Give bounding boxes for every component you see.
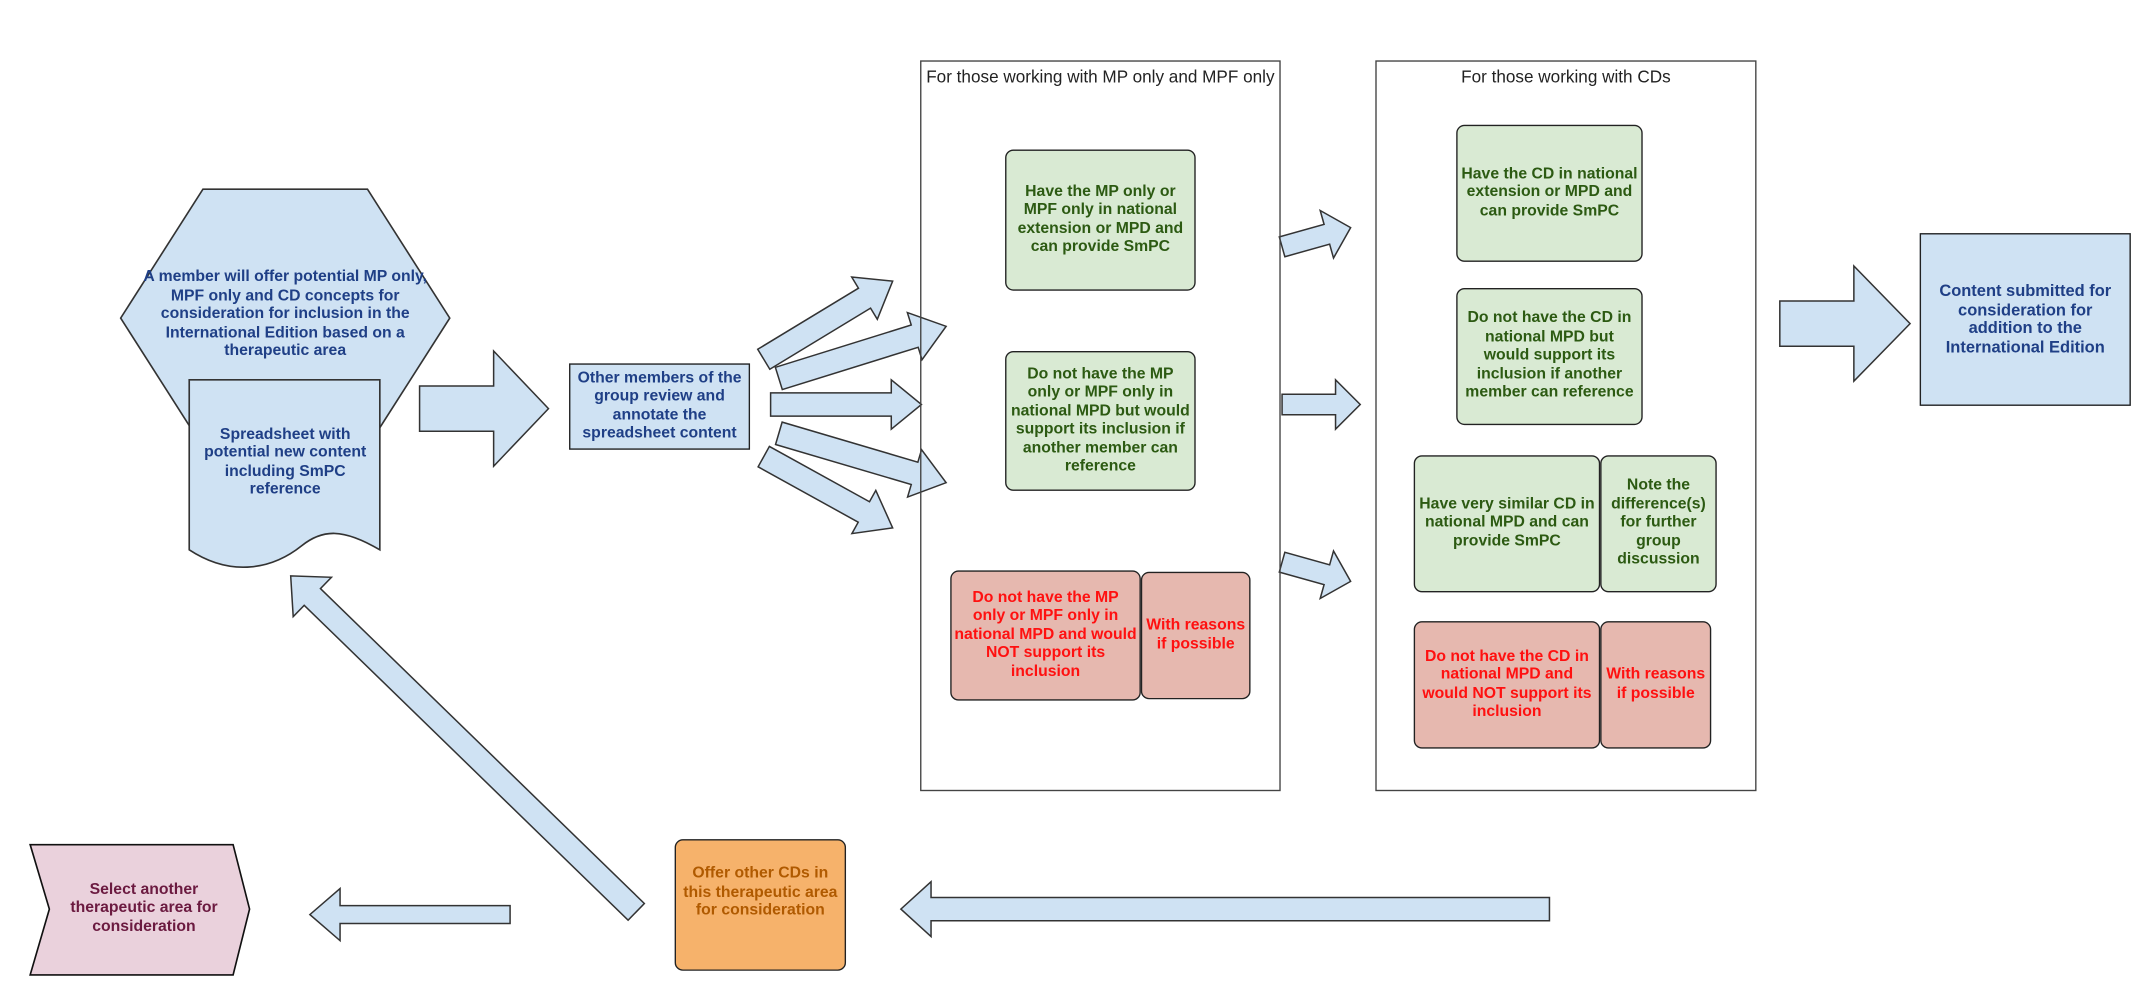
start-hexagon-text: A member will offer potential MP only, M… [143, 269, 428, 360]
mp-have-box: Have the MP only or MPF only in national… [1005, 149, 1196, 291]
fan-arrow-3 [769, 378, 923, 431]
mp-not-support-box: Do not have the MP only or MPF only in n… [950, 570, 1141, 701]
submitted-box: Content submitted for consideration for … [1919, 233, 2131, 406]
arrow-back-to-offer [899, 879, 1551, 939]
spreadsheet-document-text: Spreadsheet with potential new content i… [204, 425, 367, 498]
arrow-mp-to-cd-2 [1281, 378, 1362, 432]
mp-support-box: Do not have the MP only or MPF only in n… [1005, 351, 1196, 491]
cd-reasons-box: With reasons if possible [1600, 621, 1712, 749]
cd-have-box: Have the CD in national extension or MPD… [1456, 124, 1643, 262]
mp-reasons-box: With reasons if possible [1140, 571, 1251, 700]
cd-similar-box: Have very similar CD in national MPD and… [1413, 455, 1601, 593]
arrow-back-to-spreadsheet [289, 575, 646, 922]
cd-not-support-box: Do not have the CD in national MPD and w… [1413, 621, 1601, 749]
arrow-mp-to-cd-3 [1278, 549, 1352, 601]
panel-cd-title: For those working with CDs [1461, 67, 1671, 87]
flowchart: A member will offer potential MP only, M… [0, 0, 2150, 994]
arrow-to-select-another [308, 886, 511, 943]
offer-other-cds-box: Offer other CDs in this therapeutic area… [674, 839, 847, 971]
panel-mp-mpf-title: For those working with MP only and MPF o… [926, 67, 1275, 87]
arrow-to-submitted [1779, 264, 1912, 384]
cd-note-differences-box: Note the difference(s) for further group… [1600, 455, 1717, 593]
select-another-text: Select another therapeutic area for cons… [70, 881, 218, 935]
review-box: Other members of the group review and an… [569, 363, 751, 450]
cd-support-box: Do not have the CD in national MPD but w… [1456, 287, 1643, 426]
arrow-mp-to-cd-1 [1278, 208, 1352, 260]
